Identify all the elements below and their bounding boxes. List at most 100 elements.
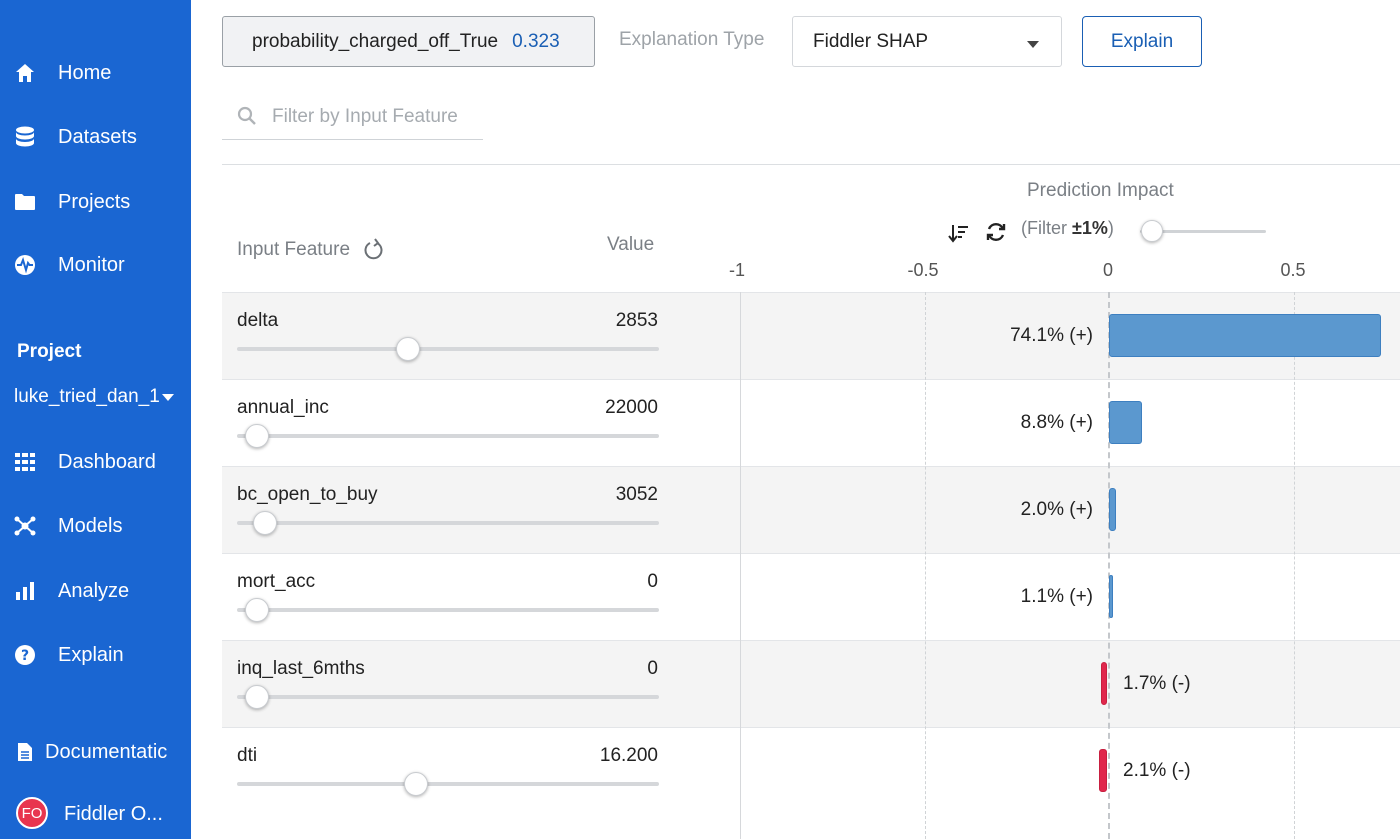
feature-value-slider[interactable] xyxy=(237,337,659,361)
table-row: annual_inc 22000 xyxy=(222,379,1400,466)
feature-name: bc_open_to_buy xyxy=(237,484,378,505)
feature-value-slider[interactable] xyxy=(237,772,659,796)
filter-input[interactable] xyxy=(272,102,477,132)
slider-thumb[interactable] xyxy=(245,685,269,709)
folder-icon xyxy=(14,191,36,213)
nav-monitor[interactable]: Monitor xyxy=(0,243,191,287)
tick-label: 0.5 xyxy=(1280,260,1306,280)
impact-label: 2.0% (+) xyxy=(1020,499,1093,520)
slider-track xyxy=(237,347,659,351)
feature-value: 0 xyxy=(647,658,658,679)
impact-bar[interactable] xyxy=(1099,749,1107,792)
slider-thumb[interactable] xyxy=(396,337,420,361)
monitor-icon xyxy=(14,254,36,276)
nav-dashboard-label: Dashboard xyxy=(58,450,156,473)
chevron-down-icon xyxy=(1027,41,1039,48)
bar-chart-icon xyxy=(14,580,36,602)
explain-button[interactable]: Explain xyxy=(1082,16,1202,67)
impact-bar[interactable] xyxy=(1100,662,1107,705)
avatar[interactable]: FO xyxy=(16,797,48,829)
row-background xyxy=(222,293,740,379)
feature-value-slider[interactable] xyxy=(237,511,659,535)
nav-explain-label: Explain xyxy=(58,643,124,666)
slider-thumb[interactable] xyxy=(253,511,277,535)
grid-line xyxy=(925,292,926,839)
impact-bar[interactable] xyxy=(1109,401,1142,444)
feature-filter xyxy=(222,96,483,140)
nav-analyze[interactable]: Analyze xyxy=(0,569,191,613)
feature-value: 22000 xyxy=(605,397,658,418)
slider-track xyxy=(237,608,659,612)
feature-name: mort_acc xyxy=(237,571,316,592)
feature-value: 0 xyxy=(647,571,658,592)
nav-dashboard[interactable]: Dashboard xyxy=(0,440,191,484)
grid-icon xyxy=(14,451,36,473)
impact-filter-suffix: ) xyxy=(1107,218,1114,238)
feature-value: 2853 xyxy=(615,310,658,331)
row-background xyxy=(222,554,740,640)
zero-line xyxy=(1108,292,1110,839)
impact-bar[interactable] xyxy=(1109,575,1114,618)
nav-datasets-label: Datasets xyxy=(58,125,137,148)
nav-datasets[interactable]: Datasets xyxy=(0,115,191,159)
impact-filter-prefix: (Filter xyxy=(1021,218,1072,238)
slider-thumb[interactable] xyxy=(245,424,269,448)
impact-filter-label: (Filter ±1%) xyxy=(1021,218,1114,239)
nav-analyze-label: Analyze xyxy=(58,579,130,602)
slider-track xyxy=(237,521,659,525)
nav-explain[interactable]: ? Explain xyxy=(0,633,191,677)
nav-documentation-label: Documentatic xyxy=(45,740,168,763)
slider-track xyxy=(237,782,659,786)
nav-monitor-label: Monitor xyxy=(58,253,125,276)
row-background xyxy=(222,641,740,727)
impact-label: 8.8% (+) xyxy=(1020,412,1093,433)
nav-projects[interactable]: Projects xyxy=(0,180,191,224)
nav-home[interactable]: Home xyxy=(0,51,191,95)
help-icon: ? xyxy=(14,644,36,666)
row-stripe xyxy=(740,641,1400,727)
nav-models[interactable]: Models xyxy=(0,504,191,548)
sidebar: Home Datasets Projects Monitor Project l… xyxy=(0,0,191,839)
feature-name: annual_inc xyxy=(237,397,329,418)
network-icon xyxy=(14,515,36,537)
prediction-impact-header: Prediction Impact xyxy=(1027,180,1174,201)
reset-icon[interactable] xyxy=(362,238,386,262)
impact-slider-thumb[interactable] xyxy=(1141,220,1163,242)
chevron-down-icon xyxy=(161,393,174,401)
input-feature-header: Input Feature xyxy=(237,238,386,262)
user-name[interactable]: Fiddler O... xyxy=(64,803,163,826)
tick-label: -0.5 xyxy=(907,260,939,280)
row-background xyxy=(222,728,740,814)
table-row: mort_acc 0 xyxy=(222,553,1400,640)
explanation-type-select[interactable]: Fiddler SHAP xyxy=(792,16,1062,67)
impact-label: 1.1% (+) xyxy=(1020,586,1093,607)
feature-name: delta xyxy=(237,310,279,331)
impact-label: 74.1% (+) xyxy=(1010,325,1093,346)
project-name: luke_tried_dan_1 xyxy=(14,386,160,407)
nav-home-label: Home xyxy=(58,61,112,84)
feature-name: inq_last_6mths xyxy=(237,658,365,679)
impact-filter-slider[interactable] xyxy=(1140,219,1268,243)
impact-label: 2.1% (-) xyxy=(1123,760,1191,781)
input-feature-header-label: Input Feature xyxy=(237,239,351,260)
nav-documentation[interactable]: Documentatic xyxy=(0,730,191,774)
grid-line xyxy=(1294,292,1295,839)
slider-thumb[interactable] xyxy=(245,598,269,622)
project-selector[interactable]: luke_tried_dan_1 xyxy=(14,383,191,411)
row-background xyxy=(222,380,740,466)
slider-thumb[interactable] xyxy=(404,772,428,796)
refresh-icon[interactable] xyxy=(985,221,1007,248)
home-icon xyxy=(14,62,36,84)
feature-value-slider[interactable] xyxy=(237,424,659,448)
feature-value: 16.200 xyxy=(599,745,658,766)
slider-track xyxy=(237,695,659,699)
tick-label: 0 xyxy=(1102,260,1114,280)
feature-value-slider[interactable] xyxy=(237,598,659,622)
project-heading: Project xyxy=(17,341,82,362)
impact-bar[interactable] xyxy=(1109,314,1381,357)
impact-bar[interactable] xyxy=(1109,488,1117,531)
divider xyxy=(222,164,1400,165)
feature-value-slider[interactable] xyxy=(237,685,659,709)
sort-icon[interactable] xyxy=(948,222,970,249)
nav-projects-label: Projects xyxy=(58,190,131,213)
